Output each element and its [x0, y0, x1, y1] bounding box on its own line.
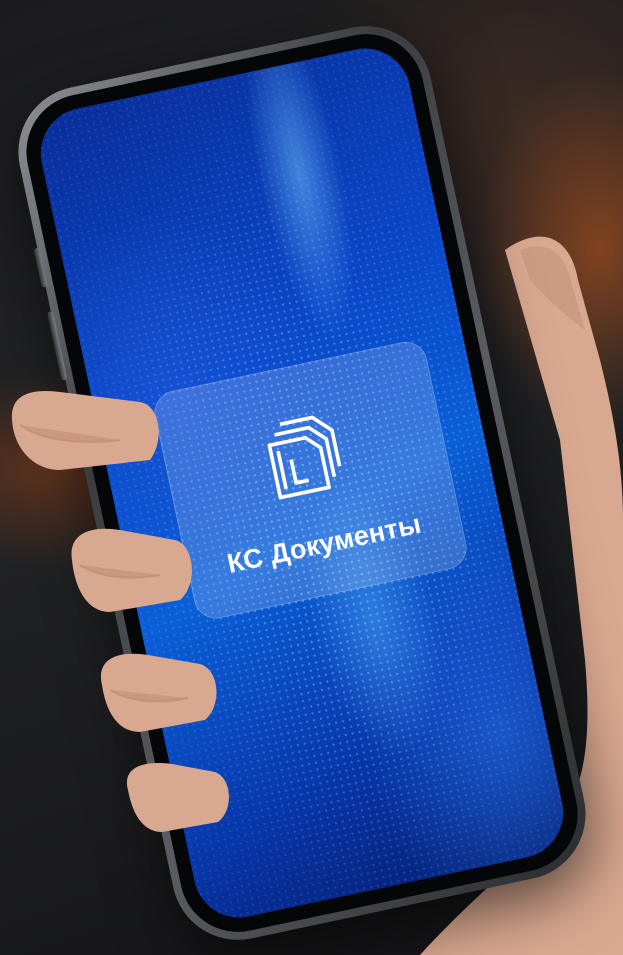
photo-scene: КС Документы [0, 0, 623, 955]
hand-fingers [11, 390, 229, 832]
